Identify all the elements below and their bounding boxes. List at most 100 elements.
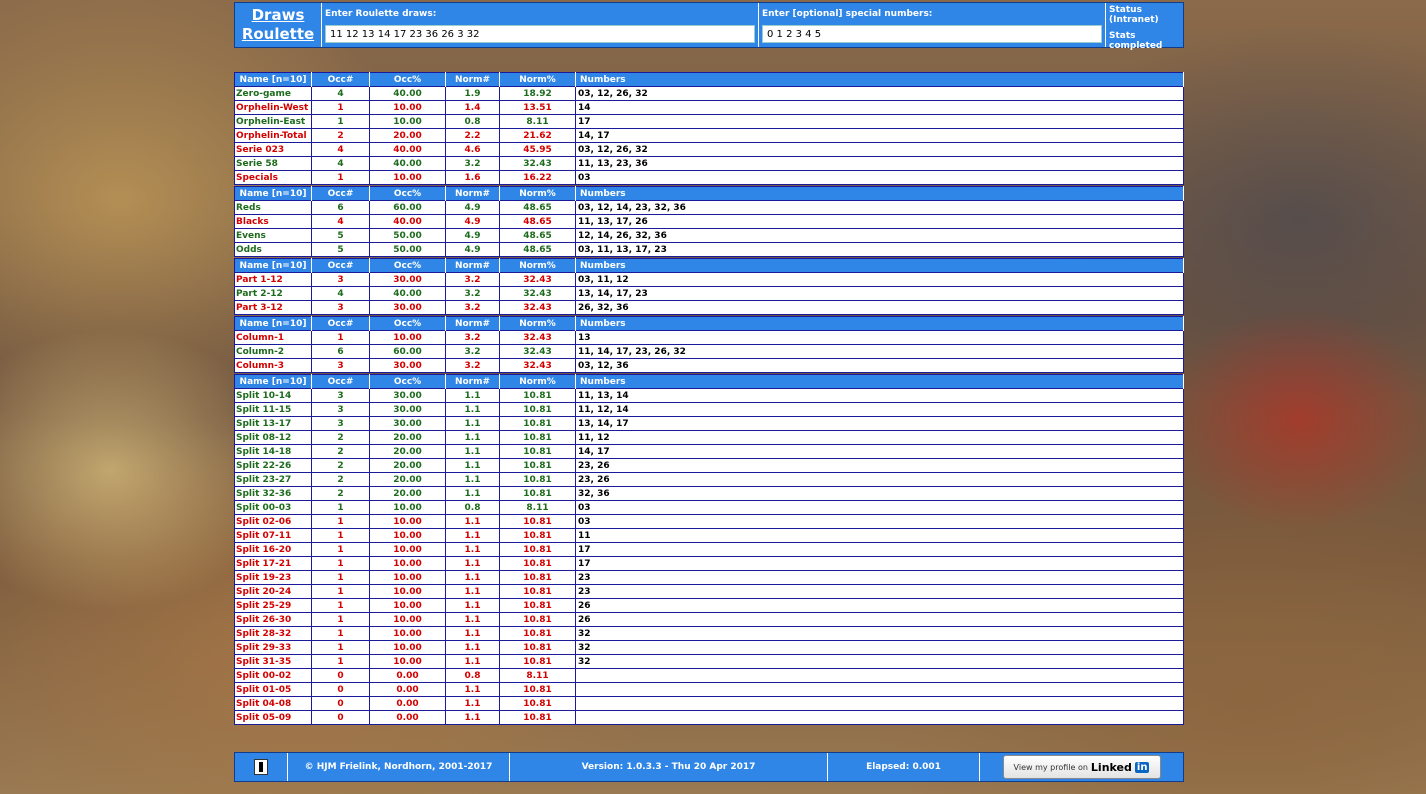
cell-normn: 0.8 [445,668,500,683]
cell-normp: 10.81 [499,472,576,487]
info-button[interactable] [235,753,288,781]
cell-occp: 60.00 [369,200,446,215]
cell-numbers: 11, 12 [575,430,1184,445]
cell-occ: 1 [311,100,370,115]
cell-numbers: 23, 26 [575,458,1184,473]
cell-name: Part 3-12 [234,300,312,315]
cell-name: Split 26-30 [234,612,312,627]
cell-occp: 10.00 [369,100,446,115]
cell-occ: 4 [311,286,370,301]
column-header-name: Name [n=10] [234,316,312,331]
cell-occ: 5 [311,228,370,243]
cell-occ: 1 [311,556,370,571]
cell-normp: 32.43 [499,300,576,315]
table-row: Split 08-12 2 20.00 1.1 10.81 11, 12 [234,430,1184,445]
cell-normn: 3.2 [445,300,500,315]
cell-name: Serie 58 [234,156,312,171]
table-row: Part 3-12 3 30.00 3.2 32.43 26, 32, 36 [234,300,1184,315]
cell-name: Split 32-36 [234,486,312,501]
cell-numbers [575,696,1184,711]
cell-normp: 8.11 [499,500,576,515]
table-row: Split 05-09 0 0.00 1.1 10.81 [234,710,1184,725]
cell-occp: 10.00 [369,500,446,515]
cell-occp: 20.00 [369,486,446,501]
cell-numbers: 03, 12, 26, 32 [575,142,1184,157]
table-row: Split 02-06 1 10.00 1.1 10.81 03 [234,514,1184,529]
cell-normn: 1.1 [445,486,500,501]
column-header-normn: Norm# [445,316,500,331]
column-header-normn: Norm# [445,72,500,87]
cell-occ: 3 [311,272,370,287]
column-header-numbers: Numbers [575,316,1184,331]
cell-occ: 2 [311,128,370,143]
cell-occp: 0.00 [369,682,446,697]
cell-normp: 13.51 [499,100,576,115]
cell-normn: 0.8 [445,500,500,515]
linkedin-profile-button[interactable]: View my profile on Linked in [1002,755,1161,779]
cell-name: Split 19-23 [234,570,312,585]
cell-numbers: 03, 12, 26, 32 [575,86,1184,101]
cell-normp: 10.81 [499,514,576,529]
cell-occp: 30.00 [369,388,446,403]
cell-occ: 2 [311,486,370,501]
table-row: Split 00-03 1 10.00 0.8 8.11 03 [234,500,1184,515]
column-header-occ: Occ# [311,374,370,389]
cell-name: Split 28-32 [234,626,312,641]
column-header-normn: Norm# [445,186,500,201]
column-header-normp: Norm% [499,258,576,273]
cell-occ: 4 [311,156,370,171]
cell-numbers: 32 [575,640,1184,655]
stats-table: Name [n=10] Occ# Occ% Norm# Norm% Numbers Zero… [234,72,1184,185]
cell-normn: 1.1 [445,514,500,529]
cell-normn: 1.1 [445,416,500,431]
cell-occp: 30.00 [369,300,446,315]
cell-occp: 10.00 [369,640,446,655]
cell-occ: 1 [311,528,370,543]
cell-name: Split 00-03 [234,500,312,515]
cell-occ: 4 [311,86,370,101]
cell-name: Split 29-33 [234,640,312,655]
table-row: Column-1 1 10.00 3.2 32.43 13 [234,330,1184,345]
column-header-numbers: Numbers [575,72,1184,87]
app-title-line2[interactable]: Roulette [242,25,314,44]
cell-numbers: 17 [575,556,1184,571]
cell-occp: 60.00 [369,344,446,359]
info-icon[interactable] [254,759,268,775]
cell-name: Split 31-35 [234,654,312,669]
cell-occ: 1 [311,170,370,185]
cell-numbers: 03, 11, 13, 17, 23 [575,242,1184,257]
cell-normp: 48.65 [499,200,576,215]
specials-input[interactable] [762,25,1102,43]
cell-normn: 1.1 [445,556,500,571]
column-header-numbers: Numbers [575,258,1184,273]
table-row: Split 16-20 1 10.00 1.1 10.81 17 [234,542,1184,557]
cell-numbers: 11, 12, 14 [575,402,1184,417]
stats-table: Name [n=10] Occ# Occ% Norm# Norm% Numbers Spli… [234,374,1184,725]
draws-input[interactable] [325,25,755,43]
cell-numbers: 23 [575,584,1184,599]
cell-occp: 10.00 [369,170,446,185]
table-row: Split 14-18 2 20.00 1.1 10.81 14, 17 [234,444,1184,459]
app-title[interactable]: Draws Roulette [235,3,322,47]
cell-normn: 1.1 [445,612,500,627]
cell-occ: 1 [311,514,370,529]
cell-numbers: 11, 13, 23, 36 [575,156,1184,171]
column-header-occ: Occ# [311,258,370,273]
table-row: Reds 6 60.00 4.9 48.65 03, 12, 14, 23, 32, 36 [234,200,1184,215]
cell-name: Split 05-09 [234,710,312,725]
cell-occp: 30.00 [369,416,446,431]
table-row: Orphelin-Total 2 20.00 2.2 21.62 14, 17 [234,128,1184,143]
cell-normn: 4.6 [445,142,500,157]
cell-name: Split 08-12 [234,430,312,445]
cell-normp: 10.81 [499,612,576,627]
column-header-name: Name [n=10] [234,258,312,273]
table-row: Split 25-29 1 10.00 1.1 10.81 26 [234,598,1184,613]
table-row: Column-2 6 60.00 3.2 32.43 11, 14, 17, 23, 26… [234,344,1184,359]
cell-normp: 32.43 [499,156,576,171]
app-title-line1[interactable]: Draws [252,6,305,25]
cell-occ: 0 [311,696,370,711]
cell-occ: 1 [311,640,370,655]
cell-normn: 1.1 [445,528,500,543]
table-row: Split 22-26 2 20.00 1.1 10.81 23, 26 [234,458,1184,473]
cell-normn: 1.1 [445,654,500,669]
